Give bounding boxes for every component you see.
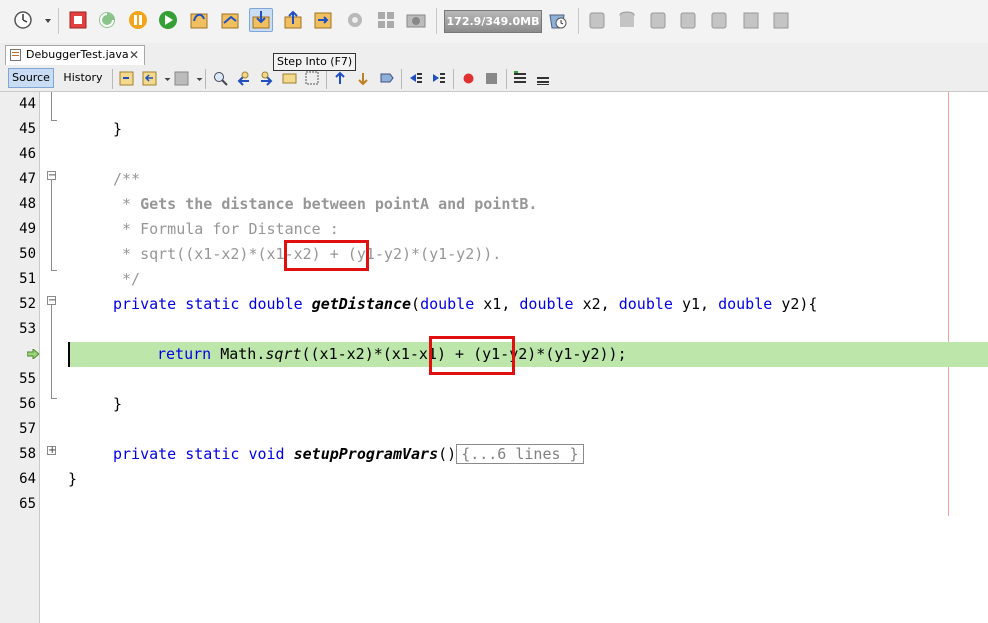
text-caret <box>68 342 70 367</box>
start-macro-recording-icon[interactable] <box>460 70 477 87</box>
code-line-58: private static void setupProgramVars() {.… <box>113 444 584 464</box>
step-over-icon[interactable] <box>188 9 210 31</box>
tab-debuggertest-java[interactable]: DebuggerTest.java ✕ <box>5 45 145 65</box>
source-tab-button[interactable]: Source <box>8 68 54 88</box>
last-edit-icon[interactable] <box>118 70 135 87</box>
db-disconnect-icon[interactable] <box>586 9 608 31</box>
editor-tab-strip: DebuggerTest.java ✕ <box>0 43 988 65</box>
java-file-icon <box>10 49 21 61</box>
code-line-54: return Math.sqrt((x1-x2)*(x1-x1) + (y1-y… <box>157 345 627 363</box>
line-number: 47 <box>19 171 36 187</box>
code-line-56: } <box>113 395 123 413</box>
code-line-51: */ <box>113 270 141 288</box>
forward-icon[interactable] <box>173 70 190 87</box>
code-line-45: } <box>113 120 123 138</box>
db-commit-icon[interactable] <box>740 9 762 31</box>
line-number: 46 <box>19 146 36 162</box>
line-number: 57 <box>19 421 36 437</box>
current-pc-arrow-icon <box>27 349 39 359</box>
line-number: 64 <box>19 471 36 487</box>
annotation-box-bug <box>429 336 515 375</box>
line-number: 52 <box>19 296 36 312</box>
find-previous-icon[interactable] <box>235 70 252 87</box>
pause-icon[interactable] <box>127 9 149 31</box>
back-dropdown-icon[interactable] <box>159 70 171 87</box>
line-number: 53 <box>19 321 36 337</box>
db-execute-icon[interactable] <box>677 9 699 31</box>
code-line-47: /** <box>113 170 141 188</box>
step-out-icon[interactable] <box>282 9 304 31</box>
continue-icon[interactable] <box>157 9 179 31</box>
history-tab-button[interactable]: History <box>58 68 108 88</box>
collapsed-code-fold[interactable]: {...6 lines } <box>456 444 584 464</box>
next-bookmark-icon[interactable] <box>355 70 372 87</box>
take-gui-snapshot-icon[interactable] <box>375 9 397 31</box>
code-line-49: * Formula for Distance : <box>113 220 339 238</box>
debug-project-icon[interactable] <box>12 9 34 31</box>
fold-collapse-icon[interactable]: − <box>47 171 56 181</box>
main-toolbar: 172.9/349.0MB <box>0 0 988 44</box>
db-icon[interactable] <box>616 9 638 31</box>
line-number: 45 <box>19 121 36 137</box>
step-into-icon[interactable] <box>249 8 273 32</box>
right-margin-line <box>948 92 949 516</box>
db-stop-icon[interactable] <box>708 9 730 31</box>
previous-bookmark-icon[interactable] <box>332 70 349 87</box>
step-into-tooltip: Step Into (F7) <box>273 53 357 71</box>
code-line-52: private static double getDistance(double… <box>113 295 818 313</box>
line-number: 65 <box>19 496 36 512</box>
line-number: 48 <box>19 196 36 212</box>
restart-icon[interactable] <box>96 9 118 31</box>
line-number: 44 <box>19 96 36 112</box>
line-number: 56 <box>19 396 36 412</box>
find-selection-icon[interactable] <box>212 70 229 87</box>
camera-icon[interactable] <box>405 9 427 31</box>
dropdown-arrow-icon[interactable] <box>37 9 51 31</box>
step-over-expression-icon[interactable] <box>219 9 241 31</box>
annotation-box-comment <box>284 240 369 271</box>
forward-dropdown-icon[interactable] <box>191 70 203 87</box>
shift-right-icon[interactable] <box>430 70 447 87</box>
find-next-icon[interactable] <box>258 70 275 87</box>
toggle-highlight-icon[interactable] <box>281 70 298 87</box>
fold-expand-icon[interactable]: + <box>47 446 56 456</box>
apply-code-changes-icon[interactable] <box>344 9 366 31</box>
line-number: 50 <box>19 246 36 262</box>
db-rollback-icon[interactable] <box>770 9 792 31</box>
line-number: 58 <box>19 446 36 462</box>
line-number: 49 <box>19 221 36 237</box>
tab-label: DebuggerTest.java <box>26 48 129 61</box>
editor-toolbar: Source History <box>0 65 988 92</box>
code-line-64: } <box>68 470 78 488</box>
close-tab-icon[interactable]: ✕ <box>129 46 139 64</box>
run-to-cursor-icon[interactable] <box>312 9 334 31</box>
memory-usage-indicator[interactable]: 172.9/349.0MB <box>444 10 542 33</box>
code-line-48: * Gets the distance between pointA and p… <box>113 195 538 213</box>
garbage-collect-icon[interactable] <box>546 9 568 31</box>
back-icon[interactable] <box>141 70 158 87</box>
toggle-bookmark-icon[interactable] <box>378 70 395 87</box>
line-number: 55 <box>19 371 36 387</box>
line-number: 51 <box>19 271 36 287</box>
fold-collapse-icon[interactable]: − <box>47 296 56 306</box>
finish-debugger-icon[interactable] <box>67 9 89 31</box>
toggle-rectangular-selection-icon[interactable] <box>304 70 321 87</box>
stop-macro-recording-icon[interactable] <box>483 70 500 87</box>
uncomment-icon[interactable] <box>535 70 552 87</box>
db-refresh-icon[interactable] <box>647 9 669 31</box>
comment-icon[interactable] <box>512 70 529 87</box>
shift-left-icon[interactable] <box>407 70 424 87</box>
